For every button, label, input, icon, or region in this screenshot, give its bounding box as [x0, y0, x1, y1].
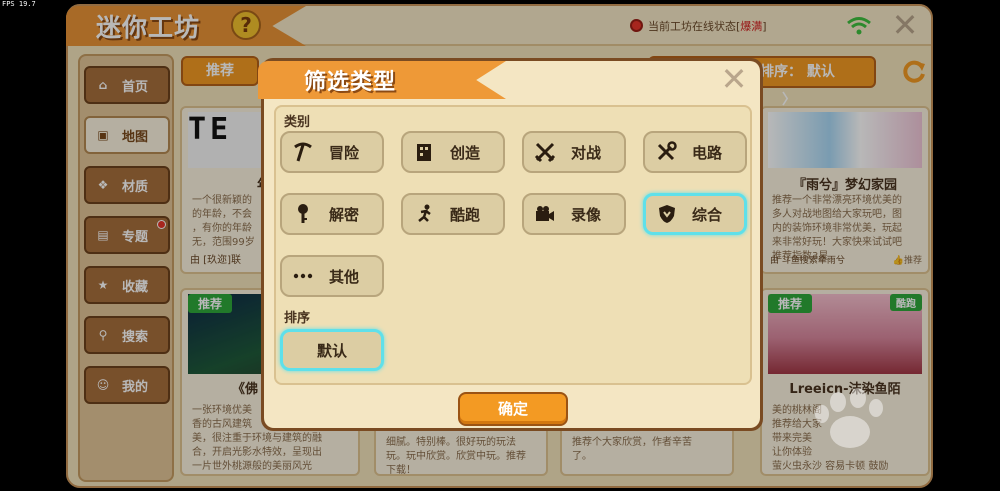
cube-icon	[411, 139, 437, 165]
crossed-swords-icon	[532, 139, 558, 165]
dialog-title: 筛选类型	[304, 70, 397, 95]
filter-dialog-body: 筛选类型 ✕ 类别 冒险 创造 对战 电路 解密 酷跑 录像 综合 其他 排序 …	[258, 61, 760, 428]
key-icon	[290, 201, 316, 227]
category-option-label: 创造	[449, 143, 480, 162]
confirm-button[interactable]: 确定	[458, 392, 568, 426]
sort-option-label: 默认	[316, 341, 347, 360]
pickaxe-icon	[290, 139, 316, 165]
category-option-label: 录像	[570, 205, 601, 224]
category-option-adventure[interactable]: 冒险	[280, 131, 384, 173]
category-option-comprehensive[interactable]: 综合	[643, 193, 747, 235]
category-option-label: 综合	[691, 205, 722, 224]
camera-icon	[532, 201, 558, 227]
category-option-label: 对战	[570, 143, 601, 162]
sort-section-label: 排序	[284, 311, 311, 326]
category-option-other[interactable]: 其他	[280, 255, 384, 297]
sort-option-default[interactable]: 默认	[280, 329, 384, 371]
watermark-logo	[815, 388, 883, 448]
category-option-create[interactable]: 创造	[401, 131, 505, 173]
category-option-label: 电路	[691, 143, 722, 162]
dots-icon	[290, 263, 316, 289]
category-option-parkour[interactable]: 酷跑	[401, 193, 505, 235]
running-icon	[411, 201, 437, 227]
category-option-circuit[interactable]: 电路	[643, 131, 747, 173]
category-option-replay[interactable]: 录像	[522, 193, 626, 235]
filter-options-area: 类别 冒险 创造 对战 电路 解密 酷跑 录像 综合 其他 排序 默认	[274, 105, 752, 385]
fps-counter: FPS 19.7	[2, 0, 36, 8]
category-option-battle[interactable]: 对战	[522, 131, 626, 173]
category-section-label: 类别	[284, 115, 311, 130]
dialog-close-button[interactable]: ✕	[716, 63, 752, 97]
game-screen: FPS 19.7 迷你工坊 ? 当前工坊在线状态[爆满] ✕ ⌂ 首页 ▣ 地图…	[0, 0, 1000, 491]
category-option-puzzle[interactable]: 解密	[280, 193, 384, 235]
category-option-label: 解密	[328, 205, 359, 224]
shield-icon	[654, 201, 680, 227]
category-option-label: 冒险	[328, 143, 359, 162]
category-option-label: 其他	[328, 267, 359, 286]
filter-dialog: 筛选类型 ✕ 类别 冒险 创造 对战 电路 解密 酷跑 录像 综合 其他 排序 …	[258, 58, 763, 431]
tools-icon	[653, 139, 679, 165]
category-option-label: 酷跑	[449, 205, 480, 224]
